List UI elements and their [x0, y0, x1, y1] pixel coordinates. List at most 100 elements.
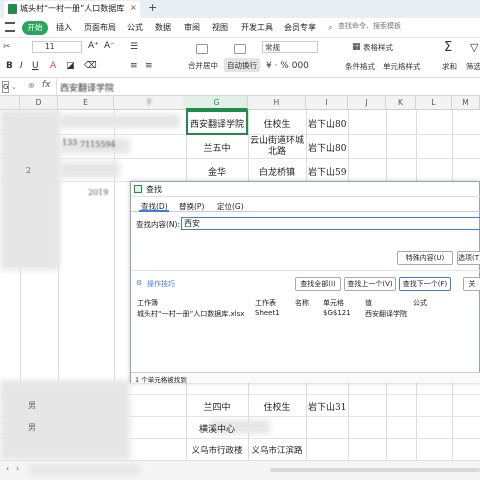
- dialog-tabs: 查找(D) 替换(P) 定位(G): [131, 198, 480, 212]
- dialog-title-bar[interactable]: 查找: [131, 182, 480, 197]
- tab-replace[interactable]: 替换(P): [179, 201, 204, 212]
- col-header-f[interactable]: F: [114, 96, 186, 110]
- col-header-g[interactable]: G: [186, 96, 248, 110]
- cond-format-button[interactable]: 条件格式: [345, 61, 375, 72]
- sum-icon[interactable]: Σ: [444, 40, 452, 55]
- find-label: 查找内容(N):: [136, 220, 180, 229]
- font-name-select[interactable]: [32, 41, 82, 53]
- dialog-divider: [131, 270, 480, 271]
- font-color-icon[interactable]: A: [50, 61, 56, 71]
- row-label: 男: [28, 423, 36, 432]
- find-prev-button[interactable]: 查找上一个(V): [344, 277, 396, 291]
- menu-developer[interactable]: 开发工具: [241, 22, 273, 33]
- special-content-button[interactable]: 特殊内容(U): [397, 251, 453, 265]
- currency-icon[interactable]: ¥ · % 000: [266, 61, 309, 71]
- align-top-icon[interactable]: ☰: [130, 42, 138, 52]
- increase-font-icon[interactable]: A⁺: [88, 41, 99, 51]
- cell-g6[interactable]: 义乌市行政楼: [188, 444, 246, 456]
- zoom-icon[interactable]: ⊕: [28, 81, 35, 90]
- find-all-button[interactable]: 查找全部(I): [295, 277, 341, 291]
- cell-h2[interactable]: 云山街道环城北路: [250, 136, 304, 158]
- hamburger-icon[interactable]: [5, 22, 15, 32]
- close-dialog-button[interactable]: 关: [463, 277, 480, 291]
- underline-icon[interactable]: U: [32, 61, 39, 71]
- result-col-sheet: 工作表: [255, 299, 276, 307]
- next-sheet-icon[interactable]: ›: [16, 464, 19, 473]
- col-header-e[interactable]: E: [58, 96, 114, 110]
- blurred-region: [30, 465, 140, 475]
- blurred-region: [60, 114, 180, 128]
- menu-review[interactable]: 审阅: [184, 22, 200, 33]
- filter-icon[interactable]: ▽: [470, 41, 478, 54]
- menu-data[interactable]: 数据: [155, 22, 171, 33]
- table-style-button[interactable]: 表格样式: [363, 42, 393, 53]
- sum-button[interactable]: 求和: [442, 61, 457, 72]
- result-row[interactable]: 城头村“一村一册”人口数据库.xlsx Sheet1 $G$121 西安翻译学院: [131, 308, 480, 320]
- cell-i2[interactable]: 岩下山80: [308, 141, 346, 154]
- font-size-select[interactable]: 11: [45, 42, 55, 51]
- formula-value[interactable]: 西安翻译学院: [60, 81, 114, 94]
- menu-formula[interactable]: 公式: [127, 22, 143, 33]
- table-style-icon: ▦: [352, 42, 361, 52]
- filter-button[interactable]: 筛选: [466, 61, 480, 72]
- chevron-down-icon[interactable]: ⌄: [11, 83, 17, 91]
- fx-icon[interactable]: fx: [42, 80, 51, 90]
- col-header-j[interactable]: J: [348, 96, 386, 110]
- cell-i3[interactable]: 岩下山59: [308, 165, 346, 178]
- tips-link[interactable]: 操作技巧: [147, 279, 175, 289]
- cell-g3[interactable]: 金华: [188, 165, 246, 178]
- wrap-text-button[interactable]: 自动换行: [227, 60, 257, 71]
- menu-start[interactable]: 开始: [22, 21, 48, 35]
- cell-i1[interactable]: 岩下山80: [308, 117, 346, 130]
- eraser-icon[interactable]: ⌫: [84, 61, 97, 71]
- tab-goto[interactable]: 定位(G): [217, 201, 244, 212]
- cell-e-partial[interactable]: 7115594: [80, 140, 116, 149]
- wrap-icon[interactable]: [234, 44, 246, 54]
- cell-i4[interactable]: 岩下山31: [308, 400, 346, 413]
- cell-d-partial[interactable]: 133: [62, 138, 77, 147]
- find-next-button[interactable]: 查找下一个(F): [399, 277, 451, 291]
- fill-color-icon[interactable]: ◪: [66, 61, 75, 71]
- cell-style-button[interactable]: 单元格样式: [383, 61, 421, 72]
- find-input[interactable]: 西安: [181, 217, 480, 230]
- prev-sheet-icon[interactable]: ‹: [6, 464, 9, 473]
- merge-icon[interactable]: [196, 44, 208, 54]
- result-value: 西安翻译学院: [365, 310, 407, 318]
- col-header-h[interactable]: H: [248, 96, 306, 110]
- align-center-icon[interactable]: ≡: [145, 61, 153, 71]
- menu-member[interactable]: 会员专享: [284, 22, 316, 33]
- format-painter-icon[interactable]: ✂: [3, 42, 11, 52]
- result-col-name: 名称: [295, 299, 309, 307]
- col-header-i[interactable]: I: [306, 96, 348, 110]
- bold-icon[interactable]: B: [6, 61, 13, 71]
- cell-g5[interactable]: 横溪中心: [188, 422, 246, 435]
- name-box[interactable]: G: [2, 81, 9, 93]
- file-tab[interactable]: 城头村“一村一册”人口数据库 ×: [4, 1, 140, 18]
- col-header-m[interactable]: M: [452, 96, 480, 110]
- menu-page-layout[interactable]: 页面布局: [84, 22, 116, 33]
- options-button[interactable]: 选项(T): [457, 251, 480, 265]
- col-header-l[interactable]: L: [416, 96, 452, 110]
- col-header-d[interactable]: D: [20, 96, 58, 110]
- menu-view[interactable]: 视图: [212, 22, 228, 33]
- cell-g4[interactable]: 兰四中: [188, 400, 246, 413]
- cell-h4[interactable]: 住校生: [250, 400, 304, 413]
- cell-g2[interactable]: 兰五中: [188, 141, 246, 154]
- found-count: 1 个单元格被找到: [135, 376, 187, 384]
- cell-h3[interactable]: 白龙桥镇: [250, 165, 304, 178]
- cell-g1[interactable]: 西安翻译学院: [188, 117, 246, 130]
- col-header-k[interactable]: K: [386, 96, 416, 110]
- horizontal-scrollbar[interactable]: [270, 468, 480, 472]
- cell-h6[interactable]: 义乌市江滨路: [250, 444, 304, 456]
- corner-cell[interactable]: [0, 96, 20, 110]
- decrease-font-icon[interactable]: A⁻: [104, 41, 115, 51]
- new-tab-icon[interactable]: +: [148, 1, 157, 14]
- menu-insert[interactable]: 插入: [56, 22, 72, 33]
- cell-h1[interactable]: 住校生: [250, 117, 304, 130]
- merge-center-button[interactable]: 合并居中: [188, 60, 218, 71]
- command-search-input[interactable]: 查找命令、搜索模板: [338, 21, 430, 35]
- close-tab-icon[interactable]: ×: [130, 3, 137, 12]
- align-left-icon[interactable]: ≡: [130, 61, 138, 71]
- cell-f-partial[interactable]: 2019: [88, 188, 108, 197]
- italic-icon[interactable]: I: [20, 61, 23, 71]
